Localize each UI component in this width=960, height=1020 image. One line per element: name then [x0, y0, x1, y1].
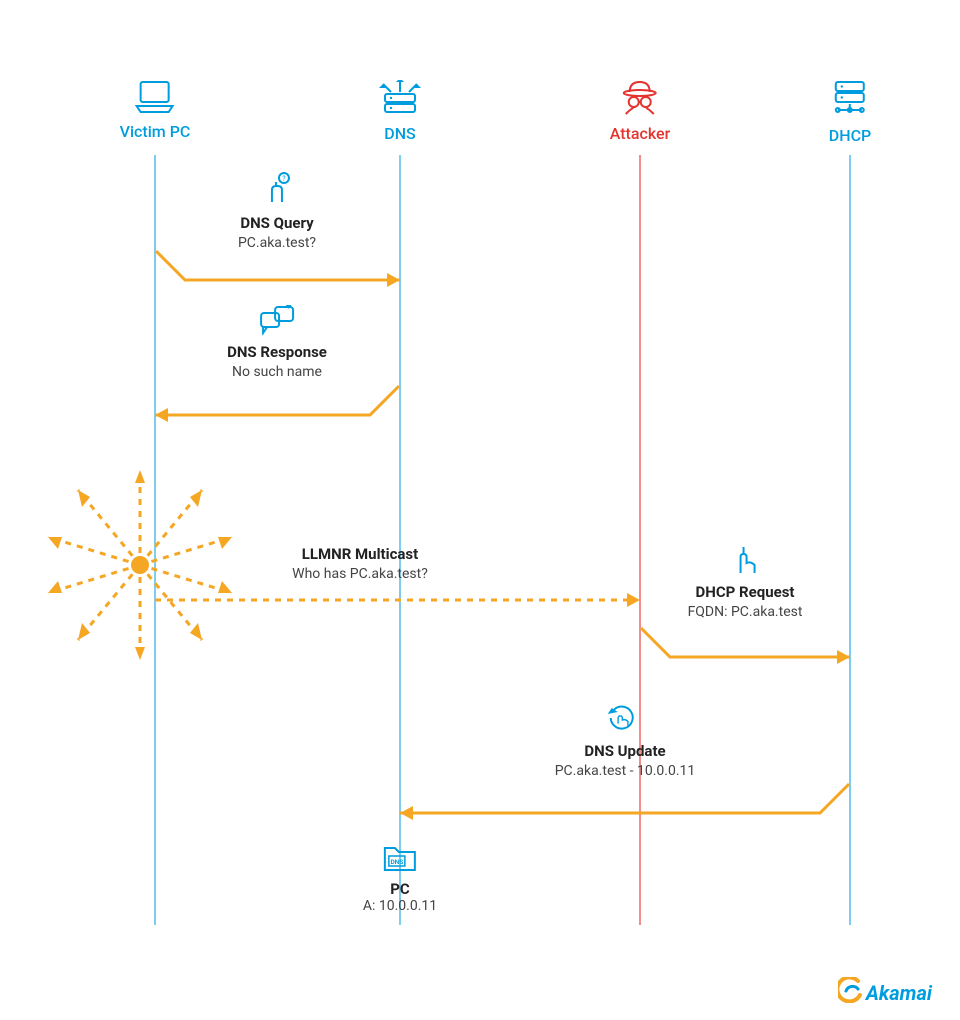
brand-logo: Akamai: [838, 977, 932, 1008]
msg-subtitle: PC.aka.test - 10.0.0.11: [555, 762, 696, 780]
chat-bubbles-icon: [227, 305, 327, 339]
msg-dhcp-request: DHCP Request FQDN: PC.aka.test: [688, 545, 803, 621]
attacker-spy-icon: [610, 80, 671, 120]
msg-dns-update: DNS Update PC.aka.test - 10.0.0.11: [555, 700, 696, 780]
arrow-llmnr: [155, 594, 640, 614]
msg-title: LLMNR Multicast: [292, 545, 428, 565]
hand-refresh-icon: [555, 700, 696, 738]
arrow-dhcp-request: [640, 627, 850, 677]
dns-record-result: DNS PC A: 10.0.0.11: [363, 840, 437, 914]
actor-attacker: Attacker: [610, 80, 671, 143]
actor-label: Attacker: [610, 124, 671, 143]
hand-pointer-icon: [688, 545, 803, 579]
msg-llmnr-multicast: LLMNR Multicast Who has PC.aka.test?: [292, 545, 428, 583]
msg-title: DHCP Request: [688, 583, 803, 603]
multicast-burst-icon: [30, 455, 250, 675]
arrow-dns-query: [155, 250, 400, 300]
actor-dns: DNS: [379, 80, 421, 143]
dhcp-server-icon: [829, 80, 871, 122]
wave-icon: [838, 977, 864, 1008]
msg-title: DNS Query: [238, 214, 316, 234]
hand-question-icon: ?: [238, 172, 316, 210]
actor-dhcp: DHCP: [829, 80, 871, 145]
dns-file-icon: DNS: [363, 840, 437, 876]
svg-text:DNS: DNS: [391, 858, 404, 866]
brand-text: Akamai: [866, 981, 932, 1005]
msg-title: DNS Update: [555, 742, 696, 762]
laptop-icon: [120, 80, 191, 118]
msg-dns-response: DNS Response No such name: [227, 305, 327, 381]
dns-record-name: PC: [363, 880, 437, 898]
dns-server-icon: [379, 80, 421, 120]
msg-title: DNS Response: [227, 343, 327, 363]
actor-label: Victim PC: [120, 122, 191, 141]
msg-subtitle: FQDN: PC.aka.test: [688, 603, 803, 621]
dns-record-a: A: 10.0.0.11: [363, 898, 437, 914]
msg-subtitle: PC.aka.test?: [238, 234, 316, 252]
msg-subtitle: No such name: [227, 363, 327, 381]
arrow-dns-update: [400, 783, 850, 833]
actor-victim-pc: Victim PC: [120, 80, 191, 141]
actor-label: DNS: [379, 124, 421, 143]
msg-subtitle: Who has PC.aka.test?: [292, 565, 428, 583]
msg-dns-query: ? DNS Query PC.aka.test?: [238, 172, 316, 252]
actor-label: DHCP: [829, 126, 871, 145]
arrow-dns-response: [155, 385, 400, 435]
